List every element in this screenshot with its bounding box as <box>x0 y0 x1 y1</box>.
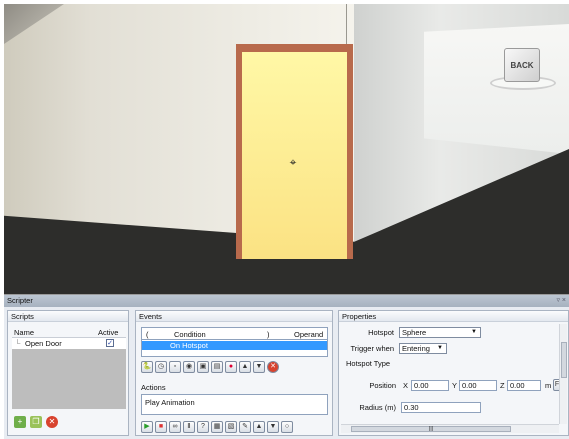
x-label: X <box>403 381 409 390</box>
actions-list[interactable]: Play Animation <box>141 394 328 415</box>
tree-line: └ <box>15 339 21 348</box>
hotspot-select[interactable]: Sphere ▼ <box>399 327 481 338</box>
python-icon[interactable]: 🐍 <box>141 361 153 373</box>
action-toolbar: ▶ ■ ∞ Ⅱ ? ▦ ▧ ✎ ▲ ▼ ○ <box>141 421 331 433</box>
script-row[interactable]: └ Open Door ✓ <box>12 338 126 349</box>
chevron-down-icon: ▼ <box>437 345 443 351</box>
events-table[interactable]: ( Condition ) Operand On Hotspot <box>141 327 328 357</box>
condition-header: Condition <box>174 330 206 339</box>
link-icon[interactable]: ∞ <box>169 421 181 433</box>
scripter-titlebar: Scripter ▿ × <box>4 295 569 307</box>
vertical-scrollbar[interactable] <box>559 324 567 424</box>
trigger-label: Trigger when <box>350 344 395 353</box>
position-label: Position <box>369 381 396 390</box>
radius-input[interactable]: 0.30 <box>401 402 481 413</box>
move-down-icon[interactable]: ▼ <box>267 421 279 433</box>
far-room <box>424 24 569 154</box>
media-icon[interactable]: ▧ <box>225 421 237 433</box>
events-header: ( Condition ) Operand <box>142 328 327 340</box>
close-paren-header: ) <box>267 330 270 339</box>
script-name: Open Door <box>25 339 62 348</box>
variable-icon[interactable]: ▤ <box>211 361 223 373</box>
col-name: Name <box>14 328 35 337</box>
properties-title: Properties <box>339 311 568 322</box>
delete-icon[interactable]: ✕ <box>267 361 279 373</box>
scripts-list-empty[interactable] <box>12 349 126 409</box>
edit-icon[interactable]: ✎ <box>239 421 251 433</box>
position-y-input[interactable]: 0.00 <box>459 380 497 391</box>
add-script-icon[interactable]: + <box>14 416 26 428</box>
operand-header: Operand <box>294 330 324 339</box>
key-icon[interactable]: ▫ <box>169 361 181 373</box>
scripter-title: Scripter <box>7 296 33 305</box>
hotspot-type-heading: Hotspot Type <box>346 359 391 368</box>
play-icon[interactable]: ▶ <box>141 421 153 433</box>
open-paren-header: ( <box>146 330 149 339</box>
door[interactable] <box>236 44 353 259</box>
unit-label: m <box>545 381 552 390</box>
move-down-icon[interactable]: ▼ <box>253 361 265 373</box>
scripts-panel: Scripts Name Active └ Open Door ✓ + ❐ ✕ <box>7 310 129 436</box>
3d-viewport[interactable]: ⌖ BACK <box>4 4 569 295</box>
clock-icon[interactable]: ◷ <box>155 361 167 373</box>
properties-panel: Properties Hotspot Sphere ▼ Trigger when… <box>338 310 569 436</box>
chevron-down-icon: ▼ <box>471 329 477 335</box>
event-toolbar: 🐍 ◷ ▫ ◉ ▣ ▤ ● ▲ ▼ ✕ <box>141 361 331 373</box>
events-title: Events <box>136 311 332 322</box>
position-x-input[interactable]: 0.00 <box>411 380 449 391</box>
action-item[interactable]: Play Animation <box>145 398 195 407</box>
actions-title: Actions <box>141 383 166 392</box>
trigger-value: Entering <box>402 344 430 353</box>
back-cube-button[interactable]: BACK <box>504 48 540 82</box>
radius-label: Radius (m) <box>359 403 396 412</box>
scroll-thumb[interactable]: ||| <box>351 426 511 432</box>
scripter-body: Scripts Name Active └ Open Door ✓ + ❐ ✕ … <box>4 307 569 439</box>
hotspot-value: Sphere <box>402 328 427 337</box>
z-label: Z <box>500 381 505 390</box>
trigger-select[interactable]: Entering ▼ <box>399 343 447 354</box>
stop-icon[interactable]: ■ <box>155 421 167 433</box>
circle-icon[interactable]: ○ <box>281 421 293 433</box>
events-panel: Events ( Condition ) Operand On Hotspot … <box>135 310 333 436</box>
scroll-thumb[interactable] <box>561 342 567 378</box>
scripts-title: Scripts <box>8 311 128 322</box>
pause-icon[interactable]: Ⅱ <box>183 421 195 433</box>
move-up-icon[interactable]: ▲ <box>239 361 251 373</box>
duplicate-script-icon[interactable]: ❐ <box>30 416 42 428</box>
position-z-input[interactable]: 0.00 <box>507 380 541 391</box>
camera-icon[interactable]: ◉ <box>183 361 195 373</box>
col-active: Active <box>98 328 119 337</box>
window-controls[interactable]: ▿ × <box>556 295 566 307</box>
record-icon[interactable]: ● <box>225 361 237 373</box>
delete-script-icon[interactable]: ✕ <box>46 416 58 428</box>
event-row-selected[interactable]: On Hotspot <box>142 341 327 350</box>
car-icon[interactable]: ▣ <box>197 361 209 373</box>
help-icon[interactable]: ? <box>197 421 209 433</box>
script-active-checkbox[interactable]: ✓ <box>106 339 114 347</box>
scripts-header: Name Active <box>12 327 126 338</box>
y-label: Y <box>452 381 458 390</box>
horizontal-scrollbar[interactable]: ||| <box>341 424 559 433</box>
crosshair-icon: ⌖ <box>289 155 297 169</box>
property-icon[interactable]: ▦ <box>211 421 223 433</box>
move-up-icon[interactable]: ▲ <box>253 421 265 433</box>
hotspot-label: Hotspot <box>368 328 394 337</box>
